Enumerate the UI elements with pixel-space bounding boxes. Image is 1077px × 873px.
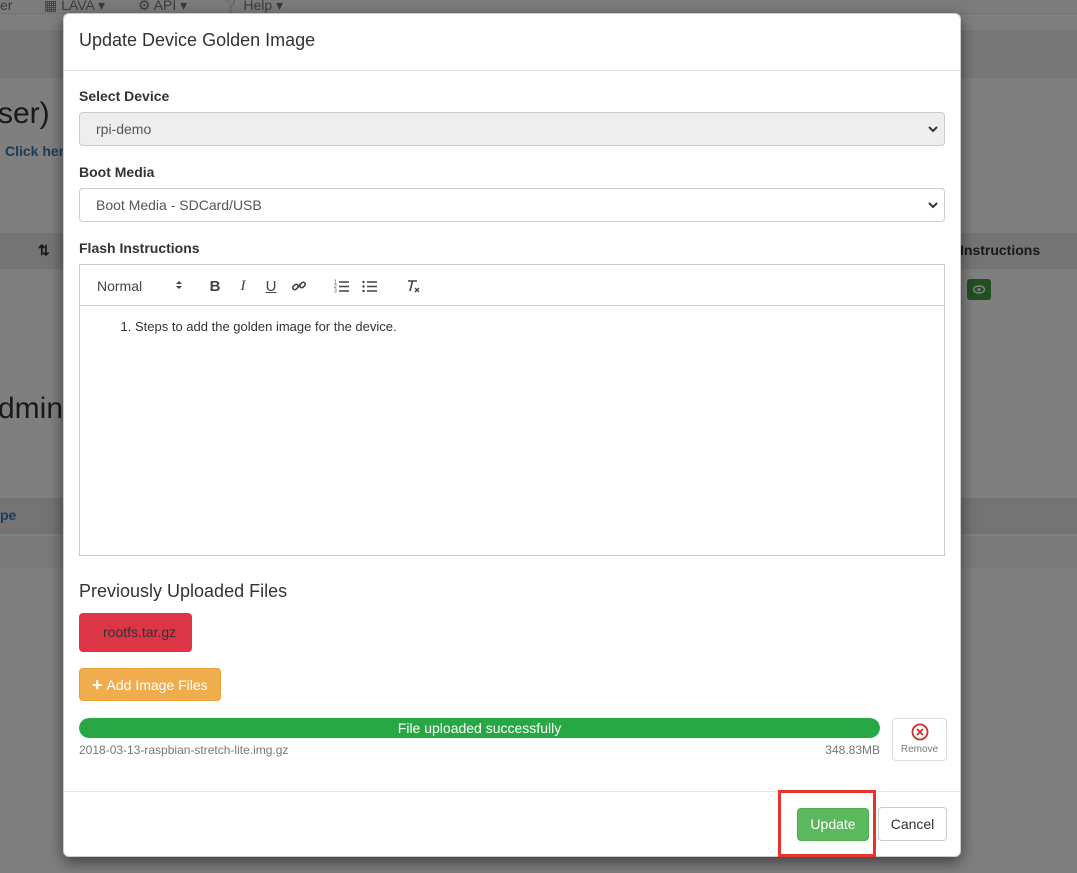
boot-media-label: Boot Media — [79, 164, 155, 180]
link-icon[interactable] — [290, 277, 308, 295]
instruction-item: Steps to add the golden image for the de… — [135, 319, 929, 334]
modal-header: Update Device Golden Image — [64, 14, 960, 71]
add-image-files-button[interactable]: + Add Image Files — [79, 668, 221, 701]
heading-format-value: Normal — [97, 278, 143, 294]
modal-body: Select Device rpi-demo Boot Media Boot M… — [64, 71, 960, 764]
add-image-files-label: Add Image Files — [106, 676, 208, 693]
remove-circle-icon — [911, 723, 928, 741]
upload-status-text: File uploaded successfully — [397, 720, 562, 736]
upload-file-name: 2018-03-13-raspbian-stretch-lite.img.gz — [79, 743, 289, 757]
remove-upload-button[interactable]: Remove — [892, 718, 947, 761]
rich-text-editor: Normal B I U 123 1. Steps to add the gol… — [79, 264, 945, 556]
select-device-dropdown[interactable]: rpi-demo — [79, 112, 945, 146]
select-device-value: rpi-demo — [96, 121, 152, 137]
update-golden-image-modal: Update Device Golden Image Select Device… — [63, 13, 961, 857]
chevron-down-icon — [928, 202, 938, 209]
cancel-button[interactable]: Cancel — [878, 807, 947, 841]
upload-item: File uploaded successfully 2018-03-13-ra… — [79, 718, 947, 764]
update-button-highlight — [778, 790, 876, 857]
previously-uploaded-title: Previously Uploaded Files — [79, 581, 288, 601]
select-device-label: Select Device — [79, 88, 170, 104]
flash-instructions-label: Flash Instructions — [79, 240, 200, 256]
heading-format-select[interactable]: Normal — [97, 277, 187, 295]
modal-title: Update Device Golden Image — [79, 30, 316, 50]
italic-icon[interactable]: I — [234, 277, 252, 295]
boot-media-dropdown[interactable]: Boot Media - SDCard/USB — [79, 188, 945, 222]
editor-content-area[interactable]: Steps to add the golden image for the de… — [80, 306, 944, 555]
instructions-list: Steps to add the golden image for the de… — [95, 319, 929, 334]
underline-icon[interactable]: U — [262, 277, 280, 295]
ordered-list-icon[interactable]: 123 — [333, 277, 351, 295]
bullet-list-icon[interactable] — [361, 277, 379, 295]
bold-icon[interactable]: B — [206, 277, 224, 295]
uploaded-file-chip[interactable]: rootfs.tar.gz — [79, 613, 193, 652]
editor-toolbar: Normal B I U 123 — [80, 265, 944, 306]
svg-text:3: 3 — [334, 289, 337, 294]
boot-media-value: Boot Media - SDCard/USB — [96, 197, 262, 213]
chevron-down-icon — [928, 126, 938, 133]
remove-label: Remove — [900, 744, 939, 755]
updown-icon — [176, 281, 182, 289]
upload-file-size: 348.83MB — [825, 743, 880, 757]
clear-format-icon[interactable] — [404, 277, 422, 295]
plus-icon: + — [92, 674, 103, 695]
